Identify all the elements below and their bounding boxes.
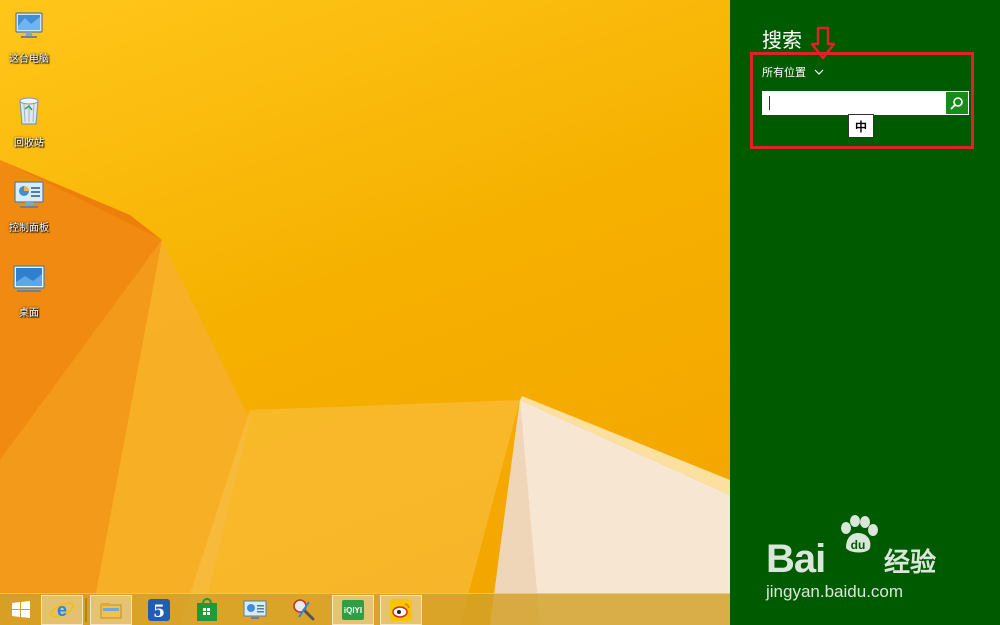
annotation-arrow-down-icon	[810, 26, 836, 60]
windows-start-icon	[12, 601, 30, 618]
taskbar-file-explorer[interactable]	[90, 595, 132, 625]
desktop: 这台电脑 回收站 控制面板 桌面 e 5 iQIYI	[0, 0, 730, 625]
start-button[interactable]	[0, 595, 42, 625]
desktop-icon-label: 回收站	[14, 138, 44, 149]
taskbar-control-panel[interactable]	[234, 595, 276, 625]
watermark-brand: Bai	[766, 537, 826, 581]
iqiyi-icon: iQIYI	[342, 600, 364, 620]
weibo-icon	[390, 599, 412, 621]
recycle-bin-icon	[19, 97, 39, 125]
tools-icon	[293, 599, 315, 621]
watermark-url: jingyan.baidu.com	[766, 582, 904, 601]
taskbar-separator	[85, 598, 87, 622]
desktop-icon-recycle-bin[interactable]: 回收站	[2, 92, 56, 149]
computer-icon	[15, 12, 43, 38]
svg-text:du: du	[851, 538, 866, 552]
svg-text:e: e	[57, 600, 67, 620]
taskbar-app-5[interactable]: 5	[138, 595, 180, 625]
app-5-icon: 5	[148, 599, 170, 622]
taskbar-internet-explorer[interactable]: e	[41, 595, 83, 625]
control-panel-icon	[14, 181, 44, 208]
taskbar-tools[interactable]	[283, 595, 325, 625]
svg-text:5: 5	[153, 602, 165, 622]
iqiyi-text: iQIYI	[344, 606, 362, 615]
desktop-icon-control-panel[interactable]: 控制面板	[2, 177, 56, 234]
internet-explorer-icon: e	[50, 600, 74, 620]
taskbar-weibo[interactable]	[380, 595, 422, 625]
taskbar-store[interactable]	[186, 595, 228, 625]
baidu-jingyan-watermark: du Bai 经验 jingyan.baidu.com	[766, 515, 956, 605]
desktop-icon	[13, 265, 45, 292]
baidu-paw-logo: du	[841, 515, 878, 553]
file-explorer-icon	[100, 603, 122, 619]
taskbar: e 5 iQIYI	[0, 593, 730, 625]
desktop-icon-desktop[interactable]: 桌面	[2, 262, 56, 319]
wallpaper	[0, 160, 730, 625]
desktop-icon-this-pc[interactable]: 这台电脑	[2, 8, 56, 65]
control-panel-icon	[243, 600, 267, 619]
search-charm-title: 搜索	[762, 28, 802, 52]
watermark-brand-cn: 经验	[884, 548, 937, 578]
desktop-icon-label: 桌面	[19, 308, 39, 319]
desktop-icon-label: 这台电脑	[9, 54, 49, 65]
taskbar-iqiyi[interactable]: iQIYI	[332, 595, 374, 625]
search-charm: 搜索 所有位置 中 du Bai 经验 jingyan.baidu.com	[730, 0, 1000, 625]
store-icon	[197, 598, 217, 621]
desktop-icon-label: 控制面板	[9, 223, 49, 234]
annotation-highlight-box	[750, 52, 974, 149]
